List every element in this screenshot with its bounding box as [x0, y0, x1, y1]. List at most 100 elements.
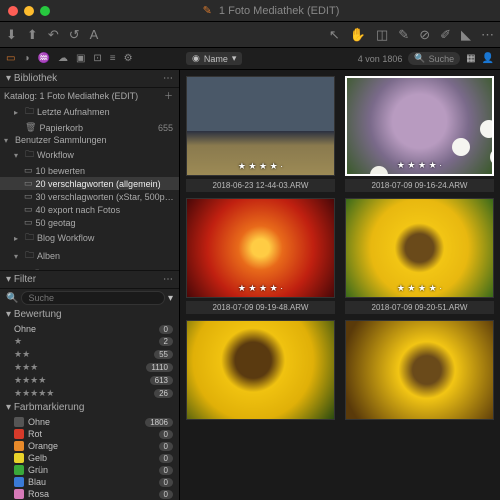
- output-tab-icon[interactable]: ⊡: [93, 53, 101, 64]
- rating-row-5[interactable]: ★★★★★26: [0, 387, 179, 400]
- tree-row-selected[interactable]: ▭20 verschlagworten (allgemein): [0, 177, 179, 190]
- star-icon: ★★: [14, 349, 30, 360]
- hand-tool-icon[interactable]: ✋: [350, 27, 366, 43]
- color-count: 1806: [145, 418, 173, 427]
- library-tree: Katalog: 1 Foto Mediathek (EDIT) ＋ ▸🗀Let…: [0, 88, 179, 270]
- filter-panel-head[interactable]: ▾ Filter ⋯: [0, 271, 179, 289]
- adjust-tab-icon[interactable]: ◑: [23, 53, 29, 64]
- rating-head-label: Bewertung: [14, 309, 62, 320]
- thumbnail-cell[interactable]: ★ ★ ★ ★ ·: [345, 198, 494, 298]
- color-swatch: [14, 477, 24, 487]
- collection-icon: ▭: [24, 165, 33, 176]
- thumbnail-cell[interactable]: ★ ★ ★ ★ ·: [186, 198, 335, 298]
- chevron-down-icon[interactable]: ▾: [168, 293, 173, 304]
- w3-label: 30 verschlagworten (xStar, 500px, Cop...: [36, 192, 175, 202]
- rating-row-1[interactable]: ★2: [0, 335, 179, 348]
- thumbnail-cell[interactable]: [186, 320, 335, 420]
- thumbnail-image-selected[interactable]: ★ ★ ★ ★ ·: [345, 76, 494, 176]
- color-row[interactable]: Orange0: [0, 440, 179, 452]
- thumbnail-cell[interactable]: [345, 320, 494, 420]
- thumbnail-image[interactable]: [186, 320, 335, 420]
- w2-label: 20 verschlagworten (allgemein): [36, 179, 161, 189]
- heal-tool-icon[interactable]: ⊘: [419, 27, 430, 43]
- color-swatch: [14, 417, 24, 427]
- tree-row[interactable]: ▭30 verschlagworten (xStar, 500px, Cop..…: [0, 190, 179, 203]
- library-options-icon[interactable]: ⋯: [163, 73, 173, 84]
- color-swatch: [14, 441, 24, 451]
- color-row[interactable]: Gelb0: [0, 452, 179, 464]
- text-tool-icon[interactable]: A: [90, 27, 99, 42]
- color-row[interactable]: Ohne1806: [0, 416, 179, 428]
- rating-row-3[interactable]: ★★★1110: [0, 361, 179, 374]
- star-icon: ★: [14, 336, 22, 347]
- rating-row-2[interactable]: ★★55: [0, 348, 179, 361]
- tree-row[interactable]: ▭50 geotag: [0, 216, 179, 229]
- thumbnail-cell[interactable]: ★ ★ ★ ★ ·: [186, 76, 335, 176]
- info-tab-icon[interactable]: ▣: [76, 53, 85, 64]
- filter-options-icon[interactable]: ⋯: [163, 274, 173, 285]
- thumbnail-grid: ★ ★ ★ ★ · ★ ★ ★ ★ · 2018-06-23 12-44-03.…: [180, 70, 500, 500]
- meta-tab-icon[interactable]: ≡: [110, 53, 116, 64]
- picker-tool-icon[interactable]: ✐: [440, 27, 451, 43]
- library-tab-icon[interactable]: ▭: [6, 53, 15, 64]
- folder-icon: 🗀: [25, 230, 34, 246]
- rating-row-none[interactable]: Ohne0: [0, 323, 179, 335]
- import-icon[interactable]: ⬇: [6, 27, 17, 43]
- alben-label: Alben: [37, 251, 60, 261]
- reset-icon[interactable]: ↺: [69, 27, 80, 43]
- color-swatch: [14, 429, 24, 439]
- tree-row[interactable]: ▸🗀Blog Workflow: [0, 229, 179, 247]
- library-panel-head[interactable]: ▾ Bibliothek ⋯: [0, 70, 179, 88]
- thumbnail-image[interactable]: ★ ★ ★ ★ ·: [186, 76, 335, 176]
- camera-tab-icon[interactable]: ☁: [58, 53, 68, 64]
- color-label: Orange: [28, 441, 58, 451]
- catalog-row[interactable]: Katalog: 1 Foto Mediathek (EDIT) ＋: [0, 88, 179, 103]
- tree-row[interactable]: ▭10 bewerten: [0, 164, 179, 177]
- color-label: Rosa: [28, 489, 49, 499]
- tree-row[interactable]: ▸🗀Letzte Aufnahmen: [0, 103, 179, 121]
- rating-row-4[interactable]: ★★★★613: [0, 374, 179, 387]
- rating-head[interactable]: ▾ Bewertung: [0, 307, 179, 323]
- close-window-button[interactable]: [8, 6, 18, 16]
- gradient-tool-icon[interactable]: ◣: [461, 27, 471, 43]
- minimize-window-button[interactable]: [24, 6, 34, 16]
- thumb-rating: ★ ★ ★ ★ ·: [347, 160, 492, 171]
- levels-tab-icon[interactable]: ♒: [38, 53, 50, 64]
- star-icon: ★★★★★: [14, 388, 54, 399]
- thumbnail-cell[interactable]: ★ ★ ★ ★ ·: [345, 76, 494, 176]
- catalog-label: Katalog: 1 Foto Mediathek (EDIT): [4, 91, 138, 101]
- color-count: 0: [159, 466, 173, 475]
- thumbnail-image[interactable]: ★ ★ ★ ★ ·: [186, 198, 335, 298]
- tree-row-workflow[interactable]: ▾🗀Workflow: [0, 146, 179, 164]
- tree-row[interactable]: 🗑Papierkorb655: [0, 121, 179, 134]
- user-icon[interactable]: 👤: [482, 53, 494, 64]
- color-row[interactable]: Rot0: [0, 428, 179, 440]
- color-row[interactable]: Rosa0: [0, 488, 179, 500]
- color-label: Blau: [28, 477, 46, 487]
- filter-search-input[interactable]: [21, 291, 165, 305]
- add-icon[interactable]: ＋: [164, 89, 175, 102]
- quick-tab-icon[interactable]: ⚙: [124, 53, 133, 64]
- thumbnail-image[interactable]: [345, 320, 494, 420]
- brush-tool-icon[interactable]: ✎: [398, 27, 409, 43]
- zoom-window-button[interactable]: [40, 6, 50, 16]
- cursor-tool-icon[interactable]: ↖: [329, 27, 340, 43]
- view-toggle-icon[interactable]: ▦: [466, 53, 475, 64]
- browser-search[interactable]: 🔍 Suche: [408, 52, 460, 65]
- tree-row-alben[interactable]: ▾🗀Alben: [0, 247, 179, 265]
- export-icon[interactable]: ⬆: [27, 27, 38, 43]
- trash-icon: 🗑: [25, 122, 36, 133]
- sort-dropdown[interactable]: ◉ Name ▾: [186, 52, 242, 65]
- rating-label: Ohne: [14, 324, 36, 334]
- color-head[interactable]: ▾ Farbmarkierung: [0, 400, 179, 416]
- tree-row-usercoll[interactable]: ▾Benutzer Sammlungen: [0, 134, 179, 146]
- crop-tool-icon[interactable]: ◫: [376, 27, 388, 43]
- color-row[interactable]: Blau0: [0, 476, 179, 488]
- color-row[interactable]: Grün0: [0, 464, 179, 476]
- browser-bar: ◉ Name ▾ 4 von 1806 🔍 Suche ▦ 👤: [180, 48, 500, 69]
- undo-icon[interactable]: ↶: [48, 27, 59, 43]
- thumbnail-image[interactable]: ★ ★ ★ ★ ·: [345, 198, 494, 298]
- tree-row[interactable]: ▭40 export nach Fotos: [0, 203, 179, 216]
- filter-head-label: Filter: [14, 274, 36, 285]
- more-tool-icon[interactable]: ⋯: [481, 27, 494, 43]
